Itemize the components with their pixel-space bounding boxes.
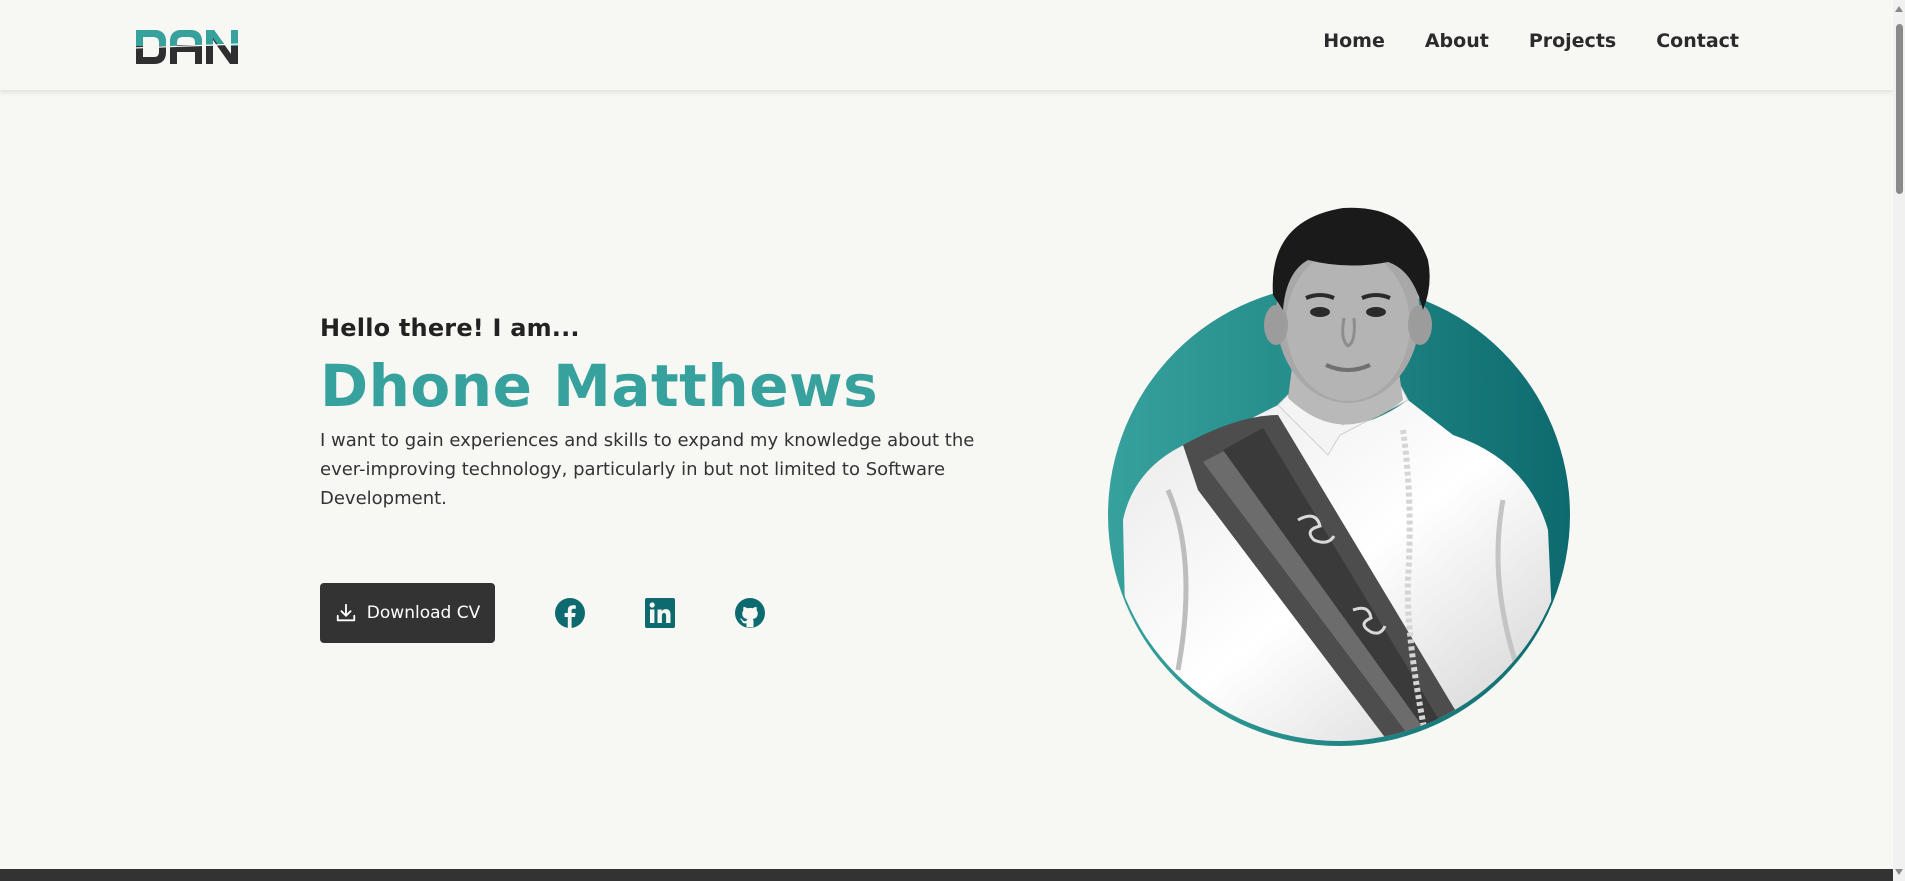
page-scrollbar[interactable] — [1893, 0, 1905, 881]
navbar: Home About Projects Contact — [0, 0, 1893, 91]
nav-projects[interactable]: Projects — [1529, 30, 1616, 52]
scroll-up-arrow-icon[interactable] — [1895, 4, 1903, 14]
github-link[interactable] — [735, 598, 765, 628]
nav-contact[interactable]: Contact — [1656, 30, 1739, 52]
linkedin-icon — [645, 598, 675, 628]
linkedin-link[interactable] — [645, 598, 675, 628]
download-cv-label: Download CV — [366, 603, 481, 623]
dan-logo — [134, 30, 240, 64]
nav-about[interactable]: About — [1425, 30, 1489, 52]
main-nav: Home About Projects Contact — [1323, 30, 1739, 52]
social-links — [555, 598, 765, 628]
scrollbar-thumb[interactable] — [1896, 24, 1903, 194]
hero-name: Dhone Matthews — [320, 352, 879, 420]
hero-section: Hello there! I am... Dhone Matthews I wa… — [320, 314, 980, 513]
download-cv-button[interactable]: Download CV — [320, 583, 495, 643]
hero-actions: Download CV — [320, 583, 765, 643]
facebook-icon — [555, 598, 585, 628]
hero-tagline: I want to gain experiences and skills to… — [320, 430, 975, 509]
profile-portrait — [1108, 207, 1570, 746]
github-icon — [735, 598, 765, 628]
scroll-down-arrow-icon[interactable] — [1895, 867, 1903, 877]
download-icon — [336, 603, 355, 622]
hero-greeting: Hello there! I am... — [320, 314, 580, 342]
nav-home[interactable]: Home — [1323, 30, 1385, 52]
facebook-link[interactable] — [555, 598, 585, 628]
footer-strip — [0, 869, 1893, 881]
